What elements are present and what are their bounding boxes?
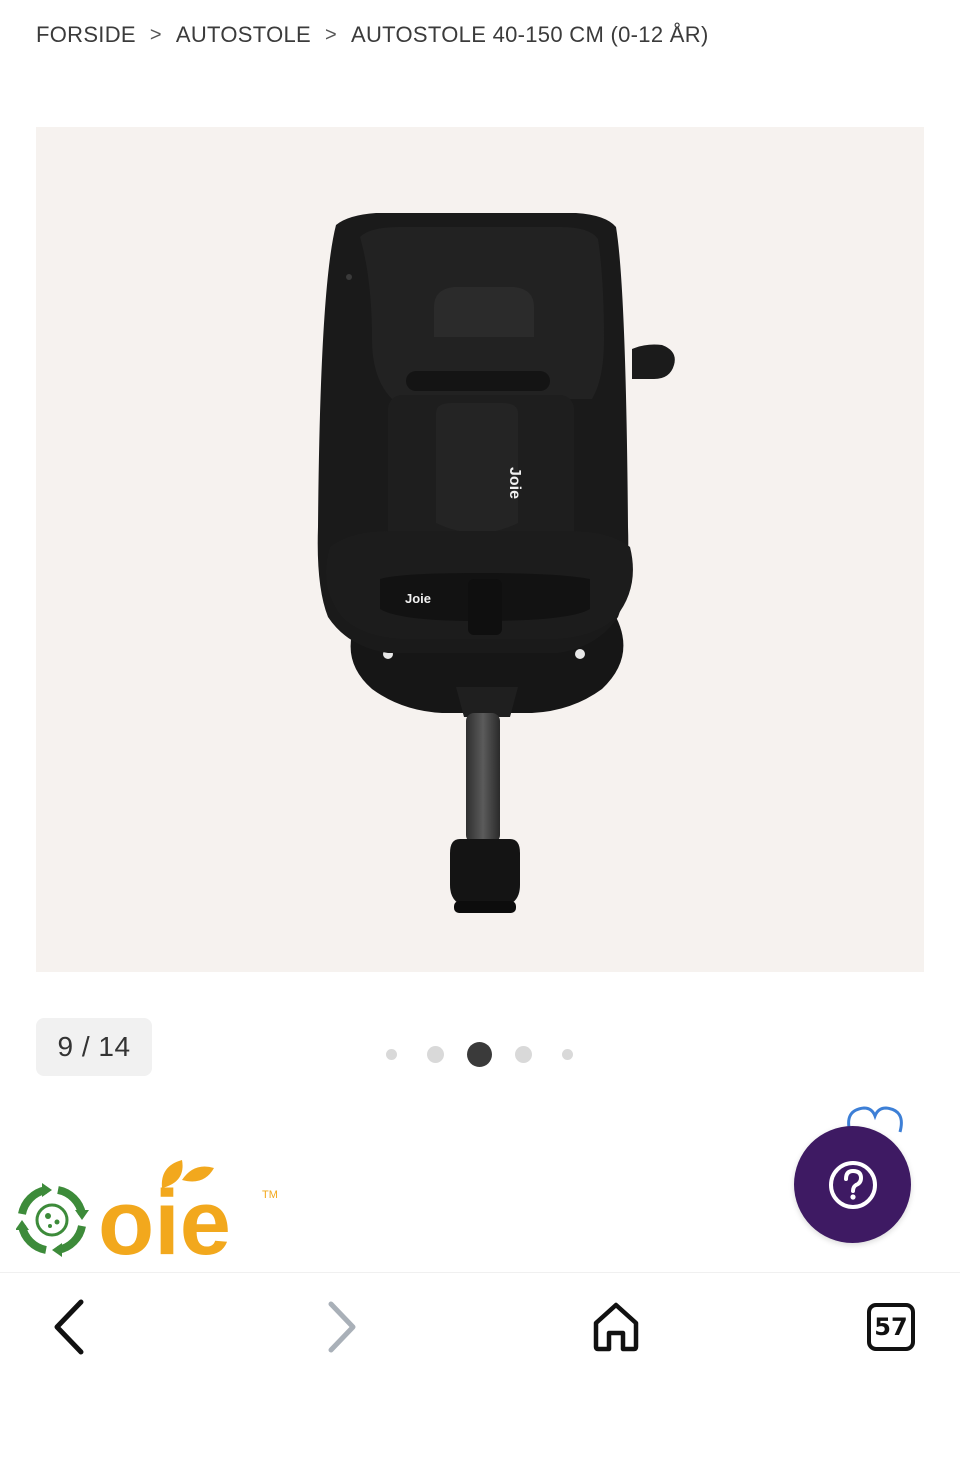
- brand-logo-trademark: TM: [262, 1189, 278, 1201]
- brand-logo[interactable]: oie TM: [15, 1150, 286, 1274]
- gallery-dot[interactable]: [427, 1046, 444, 1063]
- brand-logo-text: oie: [98, 1172, 231, 1260]
- breadcrumb-item-subcategory[interactable]: AUTOSTOLE 40-150 CM (0-12 ÅR): [351, 22, 709, 48]
- gallery-dot[interactable]: [386, 1049, 397, 1060]
- breadcrumb: FORSIDE > AUTOSTOLE > AUTOSTOLE 40-150 C…: [36, 20, 709, 50]
- breadcrumb-item-home[interactable]: FORSIDE: [36, 22, 136, 48]
- seat-brand-label-upper: Joie: [506, 467, 523, 499]
- forward-button[interactable]: [306, 1297, 376, 1357]
- breadcrumb-separator: >: [325, 23, 338, 46]
- chevron-right-icon: [328, 1301, 356, 1353]
- gallery-dot[interactable]: [515, 1046, 532, 1063]
- back-button[interactable]: [34, 1297, 104, 1357]
- image-counter: 9 / 14: [36, 1018, 152, 1076]
- gallery-dot[interactable]: [562, 1049, 573, 1060]
- seat-brand-label-lower: Joie: [405, 591, 431, 606]
- breadcrumb-item-category[interactable]: AUTOSTOLE: [176, 22, 311, 48]
- gallery-pagination-dots: [380, 1040, 580, 1068]
- browser-toolbar: 57: [0, 1272, 960, 1463]
- home-button[interactable]: [581, 1297, 651, 1357]
- home-icon: [593, 1302, 639, 1352]
- breadcrumb-separator: >: [149, 23, 162, 46]
- question-icon: [828, 1160, 877, 1209]
- help-button[interactable]: [794, 1126, 911, 1243]
- product-image-gallery[interactable]: Joie Joie: [36, 127, 924, 972]
- product-image-car-seat: Joie Joie: [317, 213, 675, 913]
- tabs-count: 57: [874, 1313, 908, 1341]
- tabs-button[interactable]: 57: [856, 1297, 926, 1357]
- chevron-left-icon: [54, 1299, 84, 1355]
- gallery-dot-active[interactable]: [467, 1042, 492, 1067]
